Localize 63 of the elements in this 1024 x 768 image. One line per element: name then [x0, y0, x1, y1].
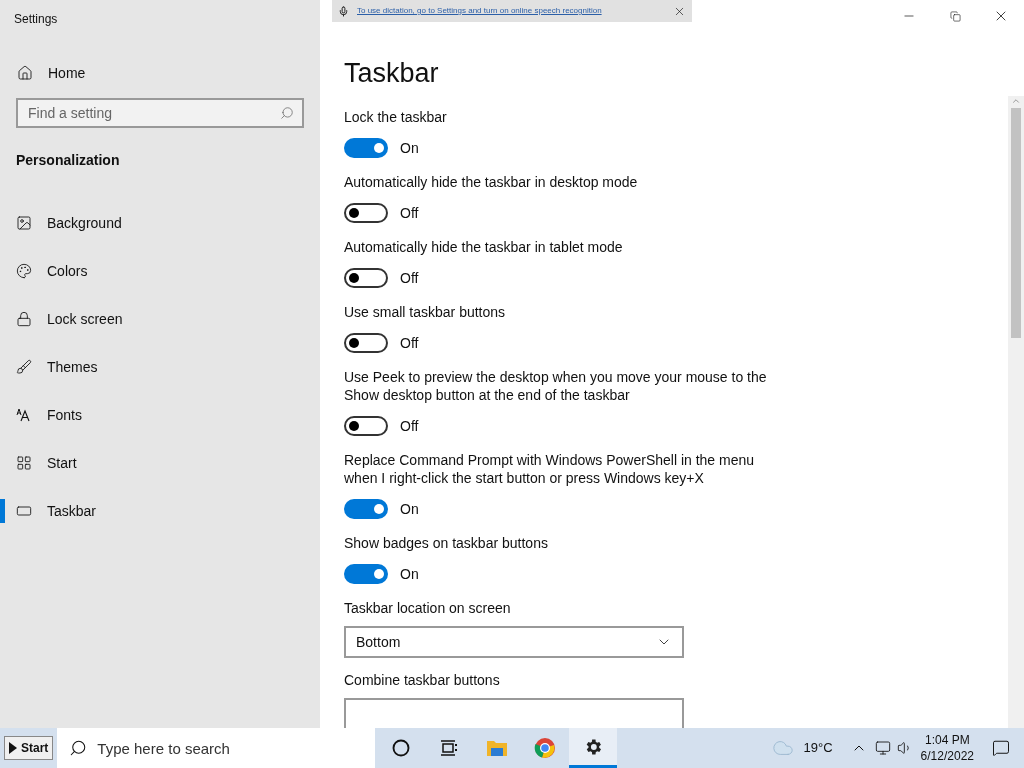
setting-label: Taskbar location on screen: [344, 599, 512, 617]
dropdown[interactable]: Bottom: [344, 626, 684, 658]
network-icon[interactable]: [874, 740, 891, 756]
start-button[interactable]: Start: [4, 736, 54, 760]
toggle-switch[interactable]: [344, 499, 388, 519]
setting-label: Show badges on taskbar buttons: [344, 534, 549, 552]
toggle-switch[interactable]: [344, 203, 388, 223]
search-icon: [69, 739, 88, 757]
clock[interactable]: 1:04 PM 6/12/2022: [920, 732, 974, 764]
search-icon: [280, 106, 294, 120]
nav-item[interactable]: Taskbar: [0, 487, 320, 535]
toggle-switch[interactable]: [344, 268, 388, 288]
toggle-state: Off: [400, 333, 419, 353]
scrollbar[interactable]: [1008, 96, 1024, 728]
toggle-state: Off: [400, 268, 419, 288]
toggle-switch[interactable]: [344, 564, 388, 584]
window-title: Settings: [13, 11, 59, 28]
palette-icon: [16, 263, 32, 279]
scrollbar-thumb[interactable]: [1011, 108, 1021, 338]
toggle-state: On: [400, 499, 419, 519]
folder-icon: [486, 739, 509, 757]
setting-label: Combine taskbar buttons: [344, 671, 501, 689]
setting-label: Automatically hide the taskbar in tablet mode: [344, 238, 624, 256]
microphone-icon: [338, 5, 349, 17]
dictation-link[interactable]: To use dictation, go to Settings and turn on online speech recognition: [357, 5, 665, 17]
home-item[interactable]: Home: [0, 60, 320, 86]
grid-icon: [16, 455, 32, 471]
nav-item[interactable]: Fonts: [0, 391, 320, 439]
lock-screen-icon: [16, 311, 32, 327]
image-icon: [16, 215, 32, 231]
task-view-icon: [440, 740, 459, 756]
toggle-state: On: [400, 138, 419, 158]
toggle-state: Off: [400, 203, 419, 223]
toggle-state: On: [400, 564, 419, 584]
nav-item[interactable]: Background: [0, 199, 320, 247]
page-title: Taskbar: [344, 57, 440, 90]
taskbar-app-button[interactable]: [569, 728, 618, 768]
nav-item[interactable]: Colors: [0, 247, 320, 295]
taskbar-icon: [16, 503, 32, 519]
home-icon: [17, 65, 33, 81]
nav-item[interactable]: Lock screen: [0, 295, 320, 343]
setting-label: Use small taskbar buttons: [344, 303, 507, 321]
setting-label: Lock the taskbar: [344, 108, 448, 126]
notifications-icon[interactable]: [992, 739, 1010, 757]
nav-item[interactable]: Themes: [0, 343, 320, 391]
chrome-icon: [534, 737, 557, 759]
toggle-switch[interactable]: [344, 138, 388, 158]
setting-label: Replace Command Prompt with Windows PowerShell in the menu when I right-click the start button or press Windows key+X: [344, 451, 756, 487]
setting-label: Automatically hide the taskbar in desktop mode: [344, 173, 639, 191]
restore-icon: [949, 10, 961, 22]
section-heading: Personalization: [15, 151, 121, 170]
search-field[interactable]: Find a setting: [16, 98, 304, 128]
taskbar-search-field[interactable]: Type here to search: [57, 728, 376, 768]
temperature[interactable]: 19°C: [803, 738, 833, 758]
setting-label: Use Peek to preview the desktop when you move your mouse to the Show desktop button at the end of the taskbar: [344, 368, 768, 404]
fonts-icon: [16, 408, 32, 422]
toggle-state: Off: [400, 416, 419, 436]
circle-icon: [392, 739, 411, 757]
toggle-switch[interactable]: [344, 416, 388, 436]
arrow-icon: [9, 742, 17, 754]
brush-icon: [16, 359, 32, 375]
toggle-switch[interactable]: [344, 333, 388, 353]
nav-item[interactable]: Start: [0, 439, 320, 487]
